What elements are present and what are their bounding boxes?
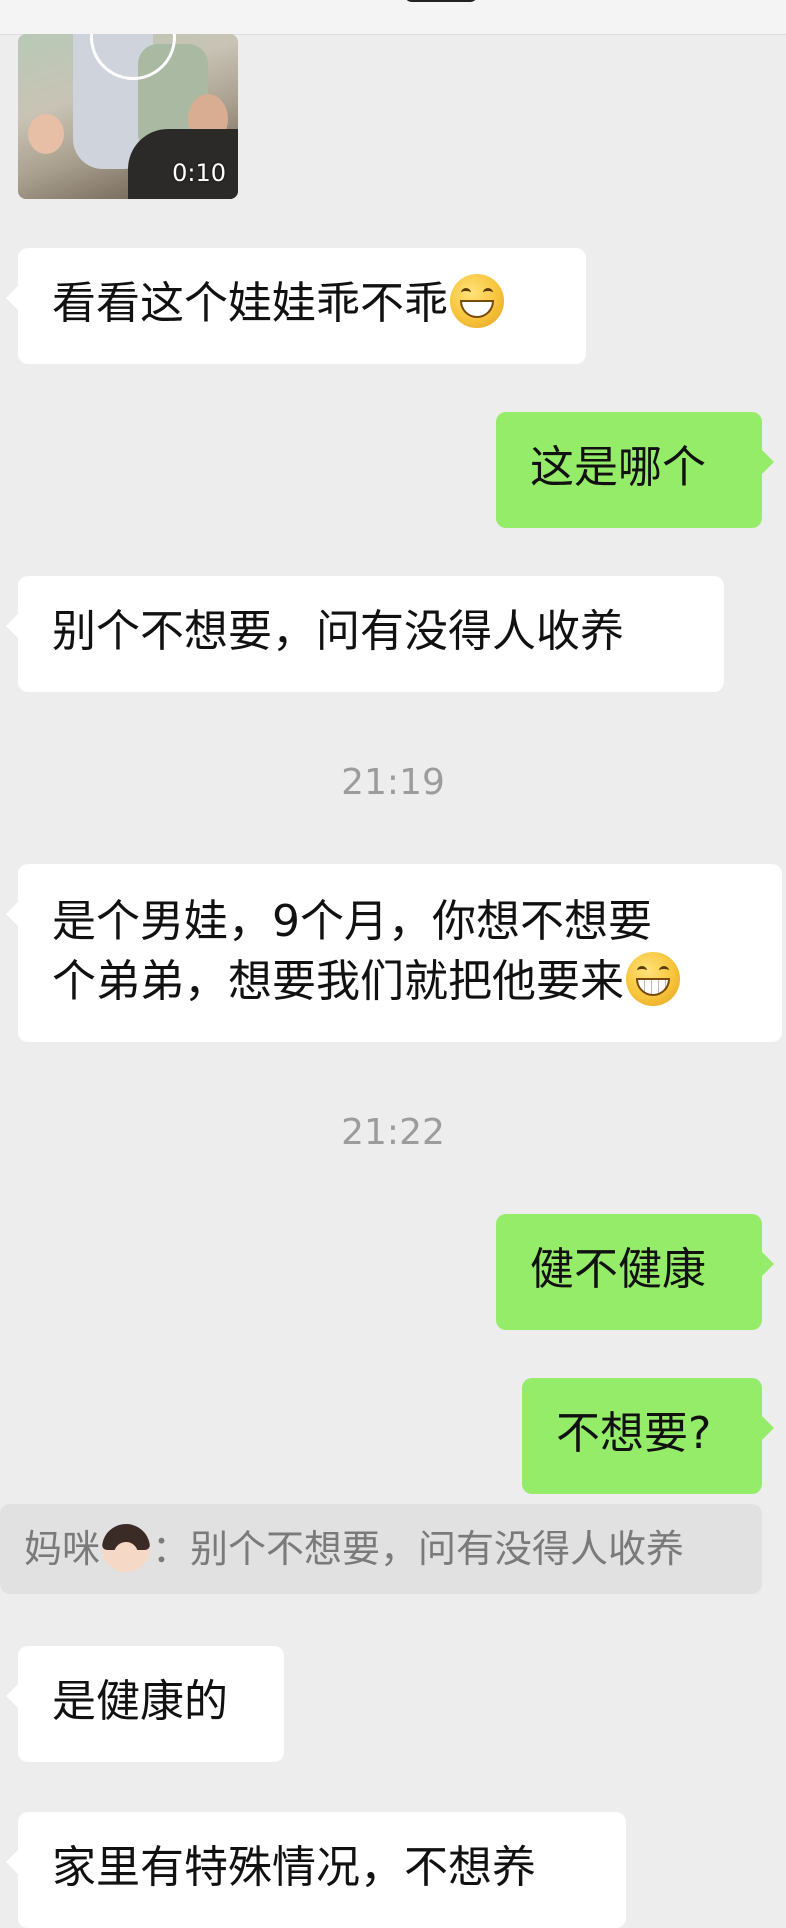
woman-emoji-icon — [102, 1524, 151, 1572]
timestamp: 21:19 — [341, 762, 445, 803]
message-text-line: 个弟弟，想要我们就把他要来 — [52, 956, 624, 1007]
quoted-message[interactable]: 妈咪 ：别个不想要，问有没得人收养 — [0, 1504, 762, 1594]
top-bar — [0, 0, 786, 35]
message-text: 看看这个娃娃乖不乖 — [52, 278, 448, 329]
status-notch — [404, 0, 478, 2]
chat-bubble-incoming[interactable]: 是个男娃，9个月，你想不想要 个弟弟，想要我们就把他要来 — [6, 864, 782, 1042]
chat-bubble-incoming[interactable]: 看看这个娃娃乖不乖 — [6, 248, 586, 364]
chat-bubble-outgoing[interactable]: 健不健康 — [496, 1214, 774, 1330]
message-text: 家里有特殊情况，不想养 — [52, 1842, 536, 1893]
video-duration: 0:10 — [172, 159, 226, 187]
timestamp: 21:22 — [341, 1112, 445, 1153]
message-text: 这是哪个 — [530, 442, 706, 493]
message-text: 健不健康 — [530, 1244, 706, 1295]
chat-bubble-outgoing[interactable]: 不想要? — [522, 1378, 774, 1494]
grinning-teeth-face-icon — [626, 952, 680, 1006]
quote-separator: ： — [152, 1527, 191, 1571]
chat-bubble-incoming[interactable]: 别个不想要，问有没得人收养 — [6, 576, 724, 692]
video-message-thumbnail[interactable]: 0:10 — [18, 34, 238, 199]
message-text-line: 是个男娃，9个月，你想不想要 — [52, 896, 652, 947]
message-text: 不想要? — [556, 1408, 712, 1459]
chat-bubble-outgoing[interactable]: 这是哪个 — [496, 412, 774, 528]
chat-bubble-incoming[interactable]: 家里有特殊情况，不想养 — [6, 1812, 626, 1928]
message-text: 是健康的 — [52, 1676, 228, 1727]
quote-sender: 妈咪 — [24, 1527, 101, 1571]
grinning-face-icon — [450, 274, 504, 328]
thumbnail-hand — [28, 114, 64, 154]
chat-bubble-incoming[interactable]: 是健康的 — [6, 1646, 284, 1762]
message-text: 别个不想要，问有没得人收养 — [52, 606, 624, 657]
quote-text: 别个不想要，问有没得人收养 — [190, 1527, 685, 1571]
